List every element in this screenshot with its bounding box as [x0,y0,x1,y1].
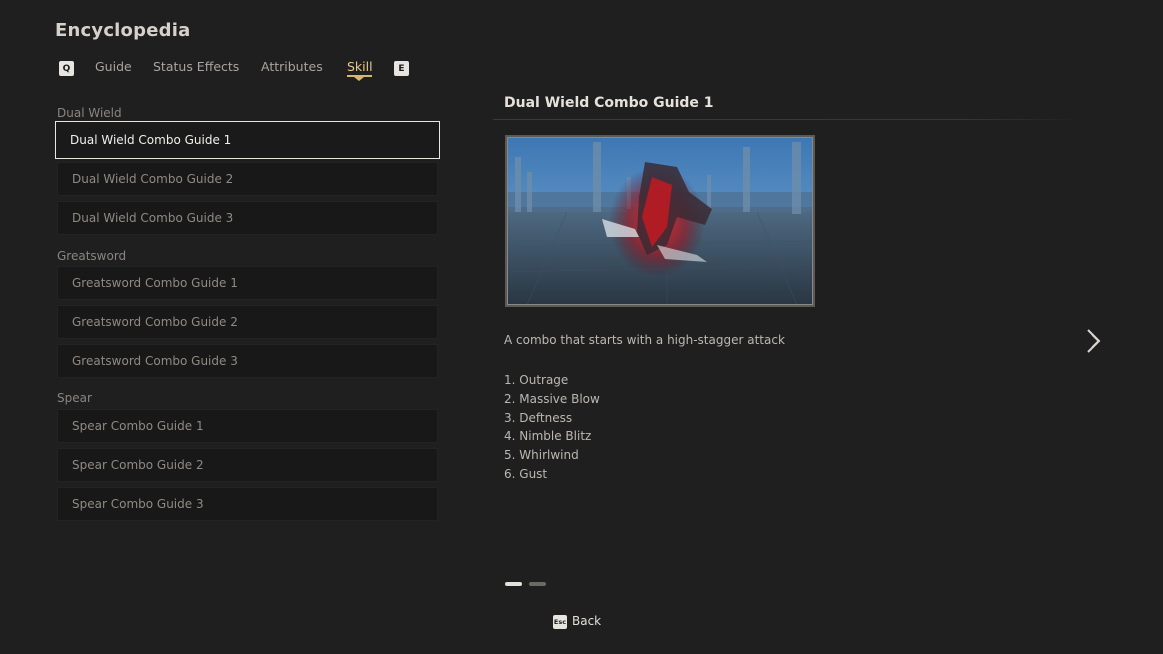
detail-title: Dual Wield Combo Guide 1 [504,95,714,111]
list-item-greatsword-1[interactable]: Greatsword Combo Guide 1 [57,266,438,300]
tab-status-effects[interactable]: Status Effects [153,59,239,74]
section-label-dual-wield: Dual Wield [57,106,122,120]
combo-step: 2. Massive Blow [504,391,600,406]
tab-active-caret-icon [354,77,364,81]
list-item-spear-2[interactable]: Spear Combo Guide 2 [57,448,438,482]
preview-frame [507,137,813,305]
combo-step: 6. Gust [504,466,548,481]
tab-skill[interactable]: Skill [347,59,373,74]
list-item-dual-wield-2[interactable]: Dual Wield Combo Guide 2 [57,162,438,196]
tab-guide[interactable]: Guide [95,59,132,74]
page-dot-2[interactable] [529,582,546,586]
detail-divider [493,119,1078,120]
combo-step: 4. Nimble Blitz [504,429,592,444]
section-label-greatsword: Greatsword [57,249,127,263]
page-dot-1[interactable] [505,582,522,586]
tab-attributes[interactable]: Attributes [261,59,323,74]
combo-step: 1. Outrage [504,373,569,387]
combo-preview-image [505,135,815,307]
list-item-dual-wield-1[interactable]: Dual Wield Combo Guide 1 [55,121,440,159]
list-item-greatsword-2[interactable]: Greatsword Combo Guide 2 [57,305,438,339]
combo-step: 5. Whirlwind [504,448,579,463]
combo-steps-list: 1. Outrage 2. Massive Blow 3. Deftness 4… [504,371,600,484]
page-title: Encyclopedia [55,20,191,41]
list-item-dual-wield-3[interactable]: Dual Wield Combo Guide 3 [57,201,438,235]
esc-key-icon: Esc [553,615,567,629]
detail-description: A combo that starts with a high-stagger … [504,333,785,347]
back-label: Back [572,614,602,628]
list-item-greatsword-3[interactable]: Greatsword Combo Guide 3 [57,344,438,378]
list-item-spear-1[interactable]: Spear Combo Guide 1 [57,409,438,443]
chevron-right-icon[interactable] [1084,327,1104,355]
e-key-icon[interactable]: E [394,61,409,76]
list-item-spear-3[interactable]: Spear Combo Guide 3 [57,487,438,521]
combo-step: 3. Deftness [504,410,573,425]
q-key-icon[interactable]: Q [59,61,74,76]
section-label-spear: Spear [57,391,92,405]
